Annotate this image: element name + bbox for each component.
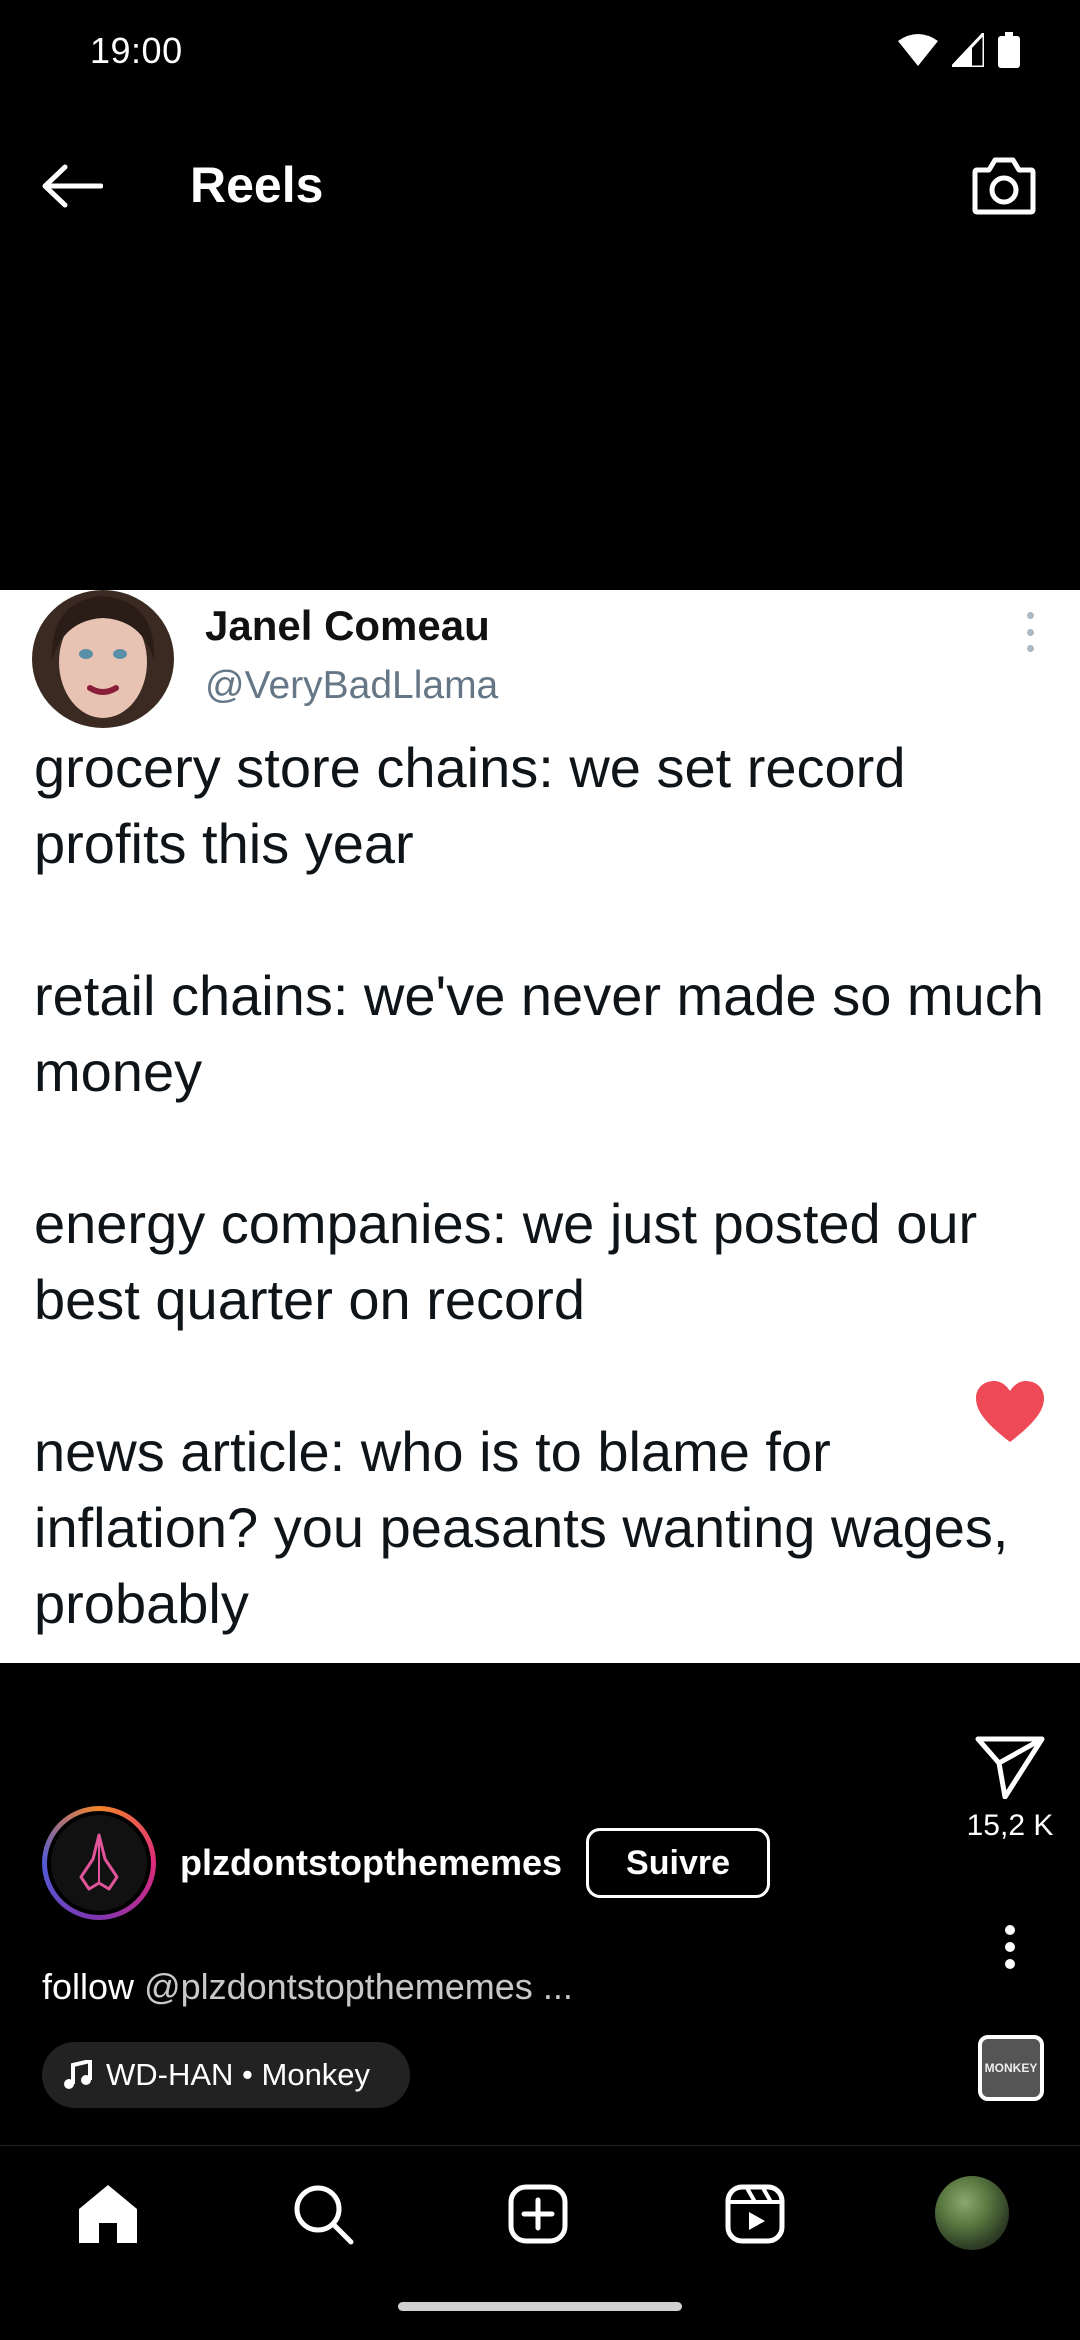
reels-icon [725, 2184, 785, 2244]
tweet-text: grocery store chains: we set record prof… [34, 730, 1054, 1642]
nav-home[interactable] [70, 2176, 146, 2252]
tweet-paragraph: retail chains: we've never made so much … [34, 964, 1044, 1103]
follow-button[interactable]: Suivre [586, 1828, 771, 1898]
caption-text: follow [42, 1966, 135, 2007]
wifi-icon [898, 34, 938, 66]
author-avatar[interactable] [42, 1806, 156, 1920]
caption-mention[interactable]: @plzdontstopthememes [144, 1966, 533, 2007]
tweet-paragraph: energy companies: we just posted our bes… [34, 1192, 978, 1331]
nav-reels[interactable] [717, 2176, 793, 2252]
reel-video-frame[interactable]: Janel Comeau @VeryBadLlama grocery store… [0, 590, 1080, 1663]
praying-hands-icon [79, 1833, 119, 1891]
tweet-author-handle: @VeryBadLlama [205, 664, 499, 707]
tweet-more-icon [1020, 612, 1040, 652]
audio-thumbnail[interactable]: MONKEY [978, 2035, 1044, 2101]
like-button[interactable]: 72,4 K [940, 1380, 1080, 1488]
audio-thumbnail-text: MONKEY [984, 2061, 1038, 2075]
battery-icon [998, 32, 1020, 68]
like-count: 72,4 K [966, 1454, 1054, 1487]
reel-caption[interactable]: follow @plzdontstopthememes ... [42, 1966, 573, 2008]
caption-more[interactable]: ... [543, 1966, 573, 2007]
arrow-left-icon [42, 164, 103, 208]
camera-icon [972, 157, 1036, 215]
paper-plane-icon [975, 1736, 1045, 1799]
status-time: 19:00 [90, 30, 183, 71]
music-note-icon [64, 2060, 92, 2089]
more-options-button[interactable] [940, 1925, 1080, 1969]
signal-icon [952, 33, 984, 67]
kebab-menu-icon [1005, 1925, 1015, 1969]
page-title: Reels [190, 157, 324, 213]
tweet-author-avatar [32, 590, 174, 728]
tweet-paragraph: grocery store chains: we set record prof… [34, 736, 906, 875]
bottom-nav [0, 2145, 1080, 2275]
nav-search[interactable] [285, 2176, 361, 2252]
status-bar: 19:00 [0, 0, 1080, 110]
nav-create[interactable] [500, 2176, 576, 2252]
tweet-paragraph: news article: who is to blame for inflat… [34, 1420, 1009, 1635]
share-button[interactable]: 15,2 K [940, 1735, 1080, 1843]
music-chip[interactable]: WD-HAN • Monkey [42, 2042, 411, 2108]
back-button[interactable] [36, 150, 108, 222]
heart-icon [976, 1381, 1044, 1442]
music-label: WD-HAN • Monkey [106, 2057, 371, 2092]
plus-square-icon [508, 2184, 568, 2244]
home-indicator[interactable] [398, 2302, 682, 2311]
camera-button[interactable] [964, 145, 1044, 225]
home-icon [79, 2185, 137, 2243]
comment-button[interactable]: 950 [940, 1550, 1080, 1670]
share-count: 15,2 K [966, 1809, 1054, 1842]
comment-count: 950 [984, 1636, 1036, 1669]
status-icons [898, 32, 1020, 68]
reel-author-row: plzdontstopthememes Suivre [42, 1806, 771, 1920]
nav-profile-avatar[interactable] [935, 2176, 1009, 2250]
comment-bubble-icon [972, 1554, 1045, 1624]
author-username[interactable]: plzdontstopthememes [180, 1842, 562, 1884]
search-icon [294, 2185, 354, 2245]
tweet-author-name: Janel Comeau [205, 602, 490, 649]
top-bar: Reels [0, 130, 1080, 240]
